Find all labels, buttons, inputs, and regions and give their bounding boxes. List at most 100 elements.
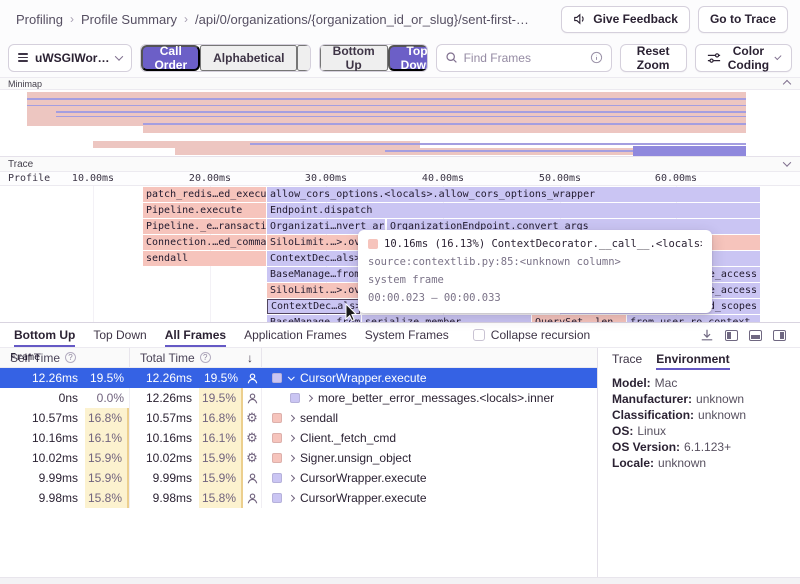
flame-frame[interactable]: ContextDec…als>.i bbox=[267, 251, 360, 266]
flame-frame[interactable]: allow_cors_options.<locals>.allow_cors_o… bbox=[267, 187, 760, 202]
direction-option-button[interactable]: Bottom Up bbox=[320, 45, 388, 71]
frames-table: Self Time ? Total Time ? ↓ Frame 12.26ms… bbox=[0, 348, 598, 584]
collapse-minimap-icon[interactable] bbox=[783, 79, 791, 87]
flame-frame[interactable]: Endpoint.dispatch bbox=[267, 203, 760, 218]
frame-color-swatch bbox=[272, 413, 282, 423]
bottom-tab-bar: Bottom UpTop Down All FramesApplication … bbox=[0, 323, 800, 348]
total-time-cell: 12.26ms 19.5% bbox=[130, 368, 262, 388]
total-time-cell: 10.02ms15.9%⚙ bbox=[130, 448, 262, 468]
expand-row-icon[interactable] bbox=[305, 396, 313, 401]
bottom-panel: Bottom UpTop Down All FramesApplication … bbox=[0, 322, 800, 584]
flame-frame[interactable]: SiloLimit.…>.over bbox=[267, 283, 360, 298]
breadcrumb-item[interactable]: /api/0/organizations/{organization_id_or… bbox=[195, 12, 529, 27]
table-row[interactable]: 10.16ms16.1%10.16ms16.1%⚙Client._fetch_c… bbox=[0, 428, 597, 448]
detail-field: OS Version:6.1.123+ bbox=[612, 439, 786, 455]
tab-system-frames[interactable]: System Frames bbox=[365, 323, 449, 347]
collapse-trace-icon[interactable] bbox=[783, 158, 791, 166]
table-row[interactable]: 10.02ms15.9%10.02ms15.9%⚙Signer.unsign_o… bbox=[0, 448, 597, 468]
flame-frame[interactable]: serialize_member bbox=[362, 315, 531, 322]
tab-application-frames[interactable]: Application Frames bbox=[244, 323, 347, 347]
chevron-down-icon bbox=[775, 53, 782, 60]
horizontal-scrollbar[interactable] bbox=[0, 577, 800, 584]
download-icon[interactable] bbox=[700, 328, 714, 342]
collapse-recursion-checkbox[interactable] bbox=[473, 329, 485, 341]
flame-frame[interactable]: Pipeline._e…ransaction bbox=[143, 219, 266, 234]
minimap-block bbox=[56, 116, 746, 117]
tab-top-down[interactable]: Top Down bbox=[93, 323, 146, 347]
flame-frame[interactable] bbox=[712, 251, 760, 266]
question-icon[interactable]: ? bbox=[200, 352, 211, 363]
details-panel: TraceEnvironment Model:MacManufacturer:u… bbox=[598, 348, 800, 584]
go-to-trace-label: Go to Trace bbox=[710, 12, 776, 26]
total-time-value: 12.26ms bbox=[130, 371, 192, 385]
flame-frame[interactable]: sendall bbox=[143, 251, 266, 266]
total-time-value: 9.99ms bbox=[130, 471, 192, 485]
application-frame-icon bbox=[243, 372, 261, 385]
details-tab-environment[interactable]: Environment bbox=[656, 348, 729, 370]
layout-bottom-dock-icon[interactable] bbox=[749, 330, 762, 341]
flame-frame[interactable]: Connection.…ed_command bbox=[143, 235, 266, 250]
frame-cell: CursorWrapper.execute bbox=[262, 468, 597, 488]
gridline bbox=[93, 186, 94, 322]
reset-zoom-button[interactable]: Reset Zoom bbox=[620, 44, 687, 72]
search-icon bbox=[445, 51, 458, 64]
give-feedback-label: Give Feedback bbox=[593, 12, 678, 26]
table-row[interactable]: 10.57ms16.8%10.57ms16.8%⚙sendall bbox=[0, 408, 597, 428]
expand-row-icon[interactable] bbox=[287, 416, 295, 421]
collapse-row-icon[interactable] bbox=[287, 376, 295, 381]
flame-frame[interactable]: QuerySet.…len bbox=[532, 315, 626, 322]
layout-left-dock-icon[interactable] bbox=[725, 330, 738, 341]
breadcrumb-item[interactable]: Profile Summary bbox=[81, 12, 177, 27]
expand-row-icon[interactable] bbox=[287, 496, 295, 501]
col-frame[interactable]: Frame bbox=[0, 227, 48, 488]
sort-option-button[interactable]: Call Order bbox=[141, 45, 200, 71]
flame-frame[interactable]: SiloLimit.…>.over bbox=[267, 235, 360, 250]
axis-tick: 10.00ms bbox=[72, 173, 114, 184]
system-frame-icon: ⚙ bbox=[243, 430, 261, 446]
total-time-pct: 15.9% bbox=[199, 448, 243, 468]
thread-selector[interactable]: uWSGIWor… bbox=[8, 44, 132, 72]
find-frames-input[interactable] bbox=[464, 51, 584, 65]
flame-frame[interactable]: BaseManage…from_c bbox=[267, 267, 360, 282]
expand-row-icon[interactable] bbox=[287, 436, 295, 441]
layout-right-dock-icon[interactable] bbox=[773, 330, 786, 341]
flame-frame[interactable] bbox=[712, 235, 760, 250]
breadcrumb-item[interactable]: Profiling bbox=[16, 12, 63, 27]
minimap-canvas[interactable] bbox=[0, 90, 800, 156]
collapse-recursion-option[interactable]: Collapse recursion bbox=[473, 323, 590, 347]
flame-frame[interactable]: Pipeline.execute bbox=[143, 203, 266, 218]
color-coding-button[interactable]: Color Coding bbox=[695, 44, 792, 72]
sort-option-button[interactable]: Left Heavy bbox=[297, 45, 310, 71]
give-feedback-button[interactable]: Give Feedback bbox=[561, 6, 690, 33]
direction-option-button[interactable]: Top Down bbox=[388, 45, 428, 71]
question-icon[interactable]: ? bbox=[65, 352, 76, 363]
info-icon[interactable] bbox=[590, 51, 603, 64]
total-time-pct: 19.5% bbox=[199, 368, 243, 388]
col-total-time[interactable]: Total Time ? ↓ bbox=[130, 348, 262, 367]
go-to-trace-button[interactable]: Go to Trace bbox=[698, 6, 788, 33]
detail-value: unknown bbox=[698, 408, 746, 422]
self-time-value: 9.98ms bbox=[0, 491, 78, 505]
details-tab-trace[interactable]: Trace bbox=[612, 348, 642, 370]
detail-value: Mac bbox=[655, 376, 678, 390]
minimap-header: Minimap bbox=[0, 78, 800, 90]
total-time-value: 12.26ms bbox=[130, 391, 192, 405]
flame-frame[interactable]: patch_redis…ed_execute bbox=[143, 187, 266, 202]
flame-frame[interactable]: from_user…ro_context bbox=[627, 315, 760, 322]
sort-option-button[interactable]: Alphabetical bbox=[200, 45, 297, 71]
breadcrumb-separator: › bbox=[70, 12, 74, 26]
self-time-pct: 15.9% bbox=[85, 468, 129, 488]
axis-tick: 40.00ms bbox=[422, 173, 464, 184]
expand-row-icon[interactable] bbox=[287, 456, 295, 461]
table-row[interactable]: 12.26ms19.5%12.26ms19.5%CursorWrapper.ex… bbox=[0, 368, 597, 388]
table-row[interactable]: 9.98ms15.8%9.98ms15.8%CursorWrapper.exec… bbox=[0, 488, 597, 508]
find-frames-search bbox=[436, 44, 612, 72]
table-row[interactable]: 0ns0.0%12.26ms19.5%more_better_error_mes… bbox=[0, 388, 597, 408]
col-total-time-label: Total Time bbox=[140, 351, 195, 365]
total-time-value: 10.57ms bbox=[130, 411, 192, 425]
expand-row-icon[interactable] bbox=[287, 476, 295, 481]
tab-all-frames[interactable]: All Frames bbox=[165, 323, 226, 347]
frame-color-swatch bbox=[290, 393, 300, 403]
detail-label: OS: bbox=[612, 424, 633, 438]
table-row[interactable]: 9.99ms15.9%9.99ms15.9%CursorWrapper.exec… bbox=[0, 468, 597, 488]
